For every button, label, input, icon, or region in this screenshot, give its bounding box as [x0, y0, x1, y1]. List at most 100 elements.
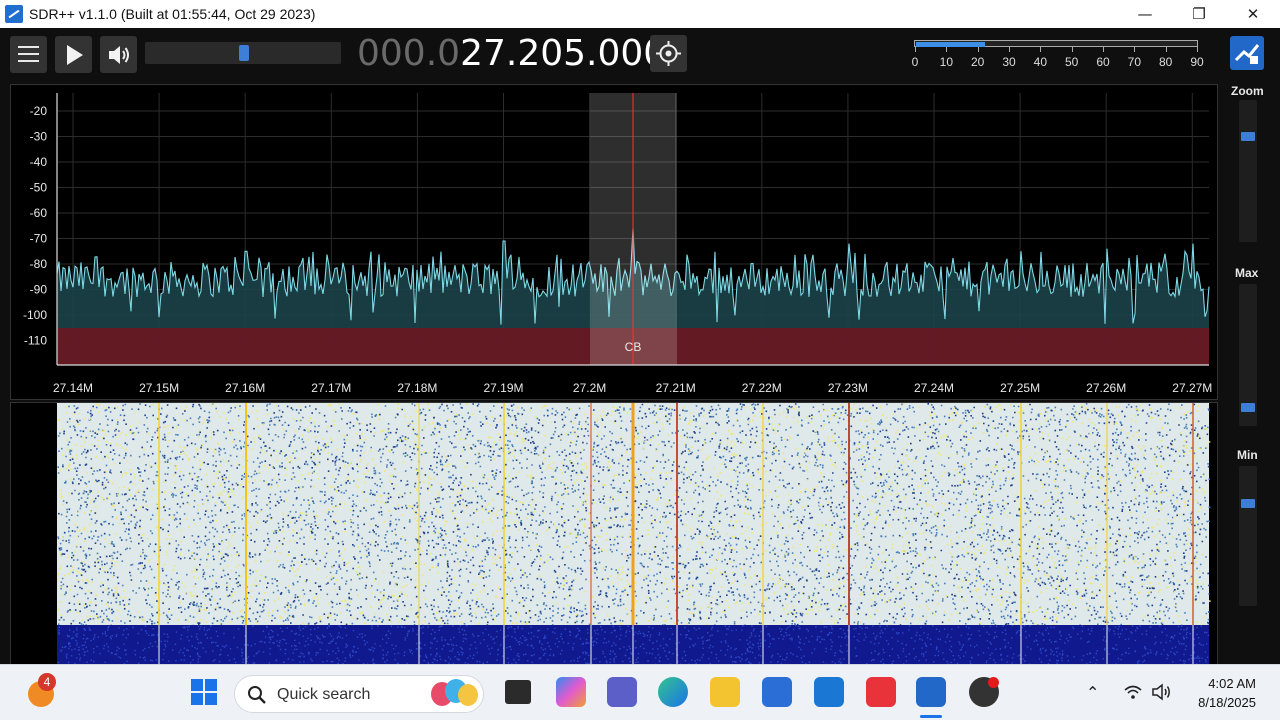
max-label: Max — [1235, 266, 1259, 280]
x-tick-label: 27.26M — [1086, 381, 1126, 395]
y-tick-label: -90 — [30, 283, 48, 297]
teams-icon[interactable] — [607, 677, 637, 707]
min-slider[interactable] — [1239, 466, 1257, 606]
x-tick-label: 27.23M — [828, 381, 868, 395]
snr-tick — [1009, 47, 1010, 52]
sdrpp-app-icon — [5, 5, 23, 23]
search-placeholder: Quick search — [277, 686, 371, 703]
frequency-active-digits[interactable]: 27.205.000 — [460, 33, 666, 74]
y-tick-label: -100 — [23, 308, 47, 322]
x-tick-label: 27.2M — [573, 381, 606, 395]
sdr-main-area: 000.027.205.000 0 10 20 30 40 50 60 70 80 90 -20-… — [0, 28, 1280, 684]
snr-tick — [1103, 47, 1104, 52]
snr-scale-label: 90 — [1190, 55, 1204, 69]
chevron-up-icon[interactable]: ⌃ — [1086, 683, 1099, 702]
min-slider-knob[interactable] — [1241, 499, 1255, 508]
x-tick-label: 27.17M — [311, 381, 351, 395]
snr-tick — [1071, 47, 1073, 52]
sdrpp-settings-icon[interactable] — [1230, 36, 1264, 70]
close-button[interactable]: ✕ — [1226, 0, 1280, 28]
menu-button[interactable] — [10, 36, 47, 73]
y-tick-label: -40 — [30, 155, 48, 169]
max-slider[interactable] — [1239, 284, 1257, 426]
edge-icon[interactable] — [658, 677, 688, 707]
band-label: CB — [625, 340, 642, 354]
wps-icon[interactable] — [866, 677, 896, 707]
y-tick-label: -110 — [24, 334, 47, 348]
windows-taskbar: 4 Quick search ⌃ 4:02 AM 8/18/2025 — [0, 664, 1280, 720]
wifi-icon[interactable] — [1124, 683, 1142, 701]
clock-time: 4:02 AM — [1208, 676, 1256, 691]
task-view-icon[interactable] — [505, 680, 531, 704]
sdrpp-icon[interactable] — [916, 677, 946, 707]
notification-badge: 4 — [38, 673, 56, 691]
minimize-button[interactable]: — — [1118, 0, 1172, 28]
x-tick-label: 27.19M — [483, 381, 523, 395]
waterfall[interactable] — [10, 402, 1218, 684]
file-explorer-icon[interactable] — [710, 677, 740, 707]
snr-scale-label: 50 — [1064, 55, 1079, 69]
x-tick-label: 27.25M — [1000, 381, 1040, 395]
zoom-slider[interactable] — [1239, 100, 1257, 242]
snr-tick — [946, 47, 948, 52]
snr-tick — [1040, 47, 1042, 52]
x-tick-label: 27.24M — [914, 381, 954, 395]
speaker-icon — [108, 45, 129, 64]
x-tick-label: 27.16M — [225, 381, 265, 395]
volume-slider-knob[interactable] — [239, 45, 249, 61]
system-clock[interactable]: 4:02 AM 8/18/2025 — [1198, 674, 1256, 712]
volume-icon[interactable] — [1152, 683, 1172, 701]
copilot-icon[interactable] — [556, 677, 586, 707]
volume-slider[interactable] — [145, 42, 341, 64]
windows-start-icon[interactable] — [189, 677, 219, 707]
y-tick-label: -60 — [30, 206, 48, 220]
x-tick-label: 27.27M — [1172, 381, 1212, 395]
snr-scale-label: 10 — [939, 55, 954, 69]
x-tick-label: 27.22M — [742, 381, 782, 395]
recording-indicator — [988, 677, 999, 688]
snr-tick — [1134, 47, 1136, 52]
snr-scale-label: 70 — [1127, 55, 1142, 69]
search-icon — [248, 686, 266, 704]
snr-meter: 0 10 20 30 40 50 60 70 80 90 — [911, 40, 1204, 80]
snr-scale-label: 40 — [1033, 55, 1048, 69]
zoom-label: Zoom — [1231, 84, 1264, 98]
mute-button[interactable] — [100, 36, 137, 73]
snr-tick — [1165, 47, 1167, 52]
frequency-display[interactable]: 000.027.205.000 — [357, 31, 666, 77]
snr-scale-label: 30 — [1002, 55, 1016, 69]
crosshair-icon — [656, 41, 681, 66]
snr-tick — [977, 47, 979, 52]
snr-scale-label: 60 — [1096, 55, 1110, 69]
search-input[interactable]: Quick search — [234, 675, 484, 713]
y-tick-label: -70 — [30, 232, 48, 246]
zoom-slider-knob[interactable] — [1241, 132, 1255, 141]
play-button[interactable] — [55, 36, 92, 73]
snr-scale-label: 0 — [911, 55, 919, 69]
snr-tick — [1197, 47, 1198, 52]
x-tick-label: 27.18M — [397, 381, 437, 395]
max-slider-knob[interactable] — [1241, 403, 1255, 412]
window-title: SDR++ v1.1.0 (Built at 01:55:44, Oct 29 … — [29, 6, 316, 22]
x-tick-label: 27.15M — [139, 381, 179, 395]
snr-meter-track — [914, 40, 1198, 47]
y-tick-label: -20 — [30, 104, 48, 118]
snr-scale-label: 80 — [1158, 55, 1173, 69]
y-tick-label: -50 — [30, 181, 48, 195]
fft-spectrum[interactable]: -20 -30 -40 -50 -60 -70 -80 -90 -100 -110 27.14M 27… — [10, 84, 1218, 400]
x-tick-label: 27.14M — [53, 381, 93, 395]
store-icon[interactable] — [762, 677, 792, 707]
x-tick-label: 27.21M — [656, 381, 696, 395]
snr-scale-label: 20 — [970, 55, 985, 69]
title-bar: SDR++ v1.1.0 (Built at 01:55:44, Oct 29 … — [0, 0, 1280, 28]
y-tick-label: -30 — [30, 130, 48, 144]
frequency-leading-digits[interactable]: 000.0 — [357, 33, 460, 74]
balloon-icon — [458, 684, 478, 706]
min-label: Min — [1237, 448, 1258, 462]
center-tuning-button[interactable] — [650, 35, 687, 72]
active-app-indicator — [920, 715, 942, 718]
mail-icon[interactable] — [814, 677, 844, 707]
maximize-button[interactable]: ❐ — [1172, 0, 1226, 28]
play-icon — [66, 44, 83, 65]
y-tick-label: -80 — [30, 257, 48, 271]
